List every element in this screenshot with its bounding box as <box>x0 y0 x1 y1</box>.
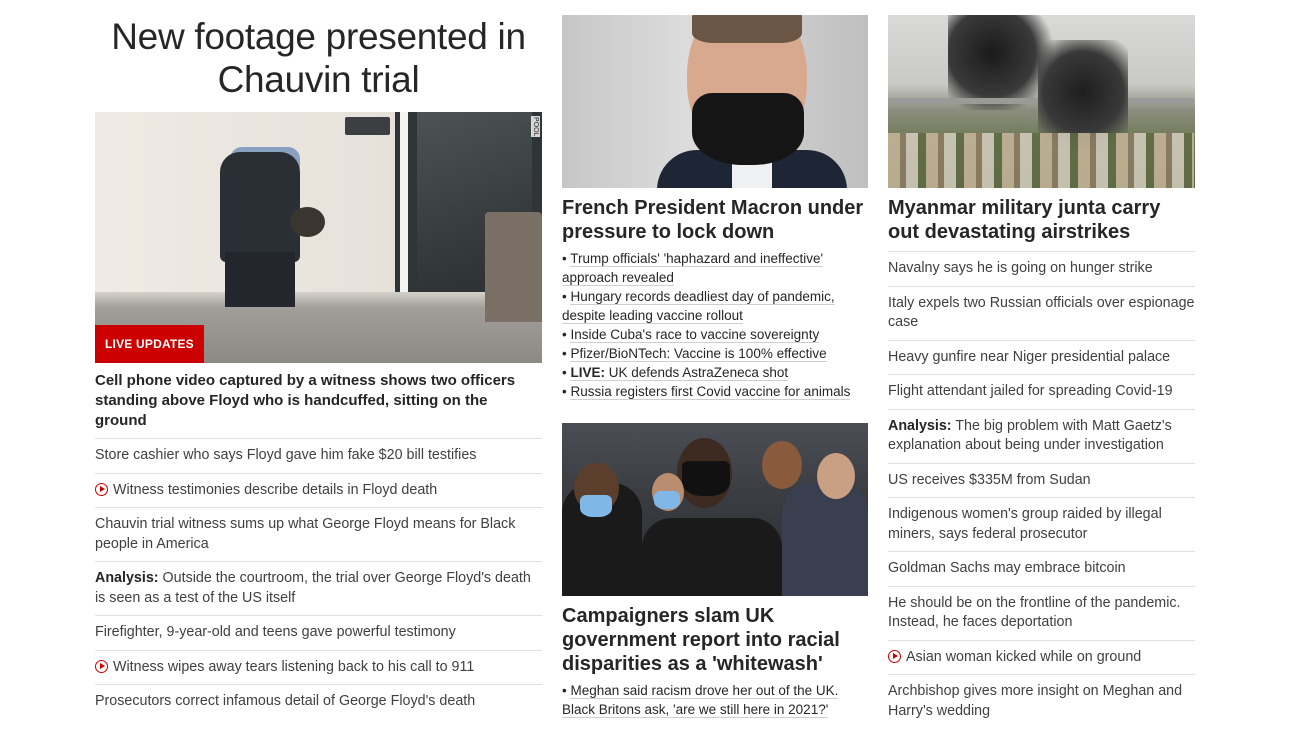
list-item-text: Prosecutors correct infamous detail of G… <box>95 693 476 709</box>
list-item[interactable]: Analysis: Outside the courtroom, the tri… <box>95 561 542 615</box>
protest-image[interactable] <box>562 423 868 596</box>
list-item-text: Indigenous women's group raided by illeg… <box>888 506 1162 542</box>
bullet-link[interactable]: Meghan said racism drove her out of the … <box>562 683 839 718</box>
play-circle-icon <box>95 482 108 496</box>
list-item[interactable]: Asian woman kicked while on ground <box>888 639 1195 675</box>
image-hair <box>692 15 802 43</box>
macron-headline[interactable]: French President Macron under pressure t… <box>562 196 868 244</box>
list-item-text: Chauvin trial witness sums up what Georg… <box>95 516 516 552</box>
list-item[interactable]: Italy expels two Russian officials over … <box>888 285 1195 340</box>
list-item[interactable]: Witness wipes away tears listening back … <box>95 649 542 685</box>
bullet-link[interactable]: Pfizer/BioNTech: Vaccine is 100% effecti… <box>570 346 827 362</box>
bullet-icon: • <box>562 251 571 266</box>
list-item[interactable]: Prosecutors correct infamous detail of G… <box>95 684 542 719</box>
list-item[interactable]: Heavy gunfire near Niger presidential pa… <box>888 339 1195 375</box>
list-item[interactable]: Firefighter, 9-year-old and teens gave p… <box>95 615 542 650</box>
image-face-mask <box>692 93 804 165</box>
list-item[interactable]: Analysis: The big problem with Matt Gaet… <box>888 408 1195 463</box>
list-item[interactable]: Store cashier who says Floyd gave him fa… <box>95 438 542 473</box>
bullet-item[interactable]: • Pfizer/BioNTech: Vaccine is 100% effec… <box>562 344 868 363</box>
list-item[interactable]: Indigenous women's group raided by illeg… <box>888 497 1195 551</box>
play-circle-icon <box>95 659 108 673</box>
label-prefix: Analysis: <box>888 417 952 434</box>
play-circle-icon <box>888 649 901 663</box>
meghan-bullet-list: • Meghan said racism drove her out of th… <box>562 681 868 719</box>
image-knee <box>290 207 325 237</box>
bullet-link[interactable]: Trump officials' 'haphazard and ineffect… <box>562 251 824 286</box>
label-prefix: LIVE: <box>570 365 605 380</box>
middle-column: French President Macron under pressure t… <box>562 15 868 719</box>
bullet-link[interactable]: LIVE: UK defends AstraZeneca shot <box>570 365 789 381</box>
list-item-text: He should be on the frontline of the pan… <box>888 594 1181 631</box>
label-prefix: Analysis: <box>95 570 159 586</box>
list-item-text: Store cashier who says Floyd gave him fa… <box>95 447 477 463</box>
list-item-text: Firefighter, 9-year-old and teens gave p… <box>95 624 456 640</box>
list-item[interactable]: Witness testimonies describe details in … <box>95 472 542 508</box>
bullet-link[interactable]: Inside Cuba's race to vaccine sovereignt… <box>570 327 820 343</box>
lead-story-column: New footage presented in Chauvin trial P… <box>95 15 542 719</box>
bullet-text: Inside Cuba's race to vaccine sovereignt… <box>570 327 820 342</box>
live-updates-badge[interactable]: LIVE UPDATES <box>95 325 204 363</box>
list-item-text: US receives $335M from Sudan <box>888 471 1091 488</box>
bullet-text: Trump officials' 'haphazard and ineffect… <box>562 251 824 285</box>
image-officer <box>220 152 300 262</box>
list-item-text: Asian woman kicked while on ground <box>906 648 1142 665</box>
list-item[interactable]: Navalny says he is going on hunger strik… <box>888 251 1195 286</box>
bullet-item[interactable]: • Russia registers first Covid vaccine f… <box>562 382 868 401</box>
list-item-text: Heavy gunfire near Niger presidential pa… <box>888 348 1171 365</box>
right-headline-list: Navalny says he is going on hunger strik… <box>888 251 1195 728</box>
lead-caption[interactable]: Cell phone video captured by a witness s… <box>95 371 542 431</box>
bullet-text: Hungary records deadliest day of pandemi… <box>562 289 835 323</box>
list-item[interactable]: Archbishop gives more insight on Meghan … <box>888 674 1195 728</box>
image-officer-legs <box>225 252 295 307</box>
lead-story-image[interactable]: POOL LIVE UPDATES <box>95 112 542 363</box>
list-item-text: Witness wipes away tears listening back … <box>113 658 475 675</box>
bullet-link[interactable]: Russia registers first Covid vaccine for… <box>570 384 851 400</box>
list-item[interactable]: He should be on the frontline of the pan… <box>888 585 1195 640</box>
list-item[interactable]: Goldman Sachs may embrace bitcoin <box>888 551 1195 586</box>
image-trash-can <box>485 212 542 322</box>
image-person <box>782 483 868 596</box>
list-item[interactable]: Flight attendant jailed for spreading Co… <box>888 374 1195 409</box>
lead-headline[interactable]: New footage presented in Chauvin trial <box>95 15 542 101</box>
list-item-text: Italy expels two Russian officials over … <box>888 294 1195 331</box>
list-item-text: Archbishop gives more insight on Meghan … <box>888 683 1183 719</box>
list-item-text: Outside the courtroom, the trial over Ge… <box>95 570 531 606</box>
image-blue-mask <box>580 495 612 517</box>
list-item-text: Goldman Sachs may embrace bitcoin <box>888 560 1126 576</box>
bullet-item[interactable]: • Inside Cuba's race to vaccine sovereig… <box>562 325 868 344</box>
bullet-text: Russia registers first Covid vaccine for… <box>570 384 851 399</box>
image-doorframe <box>400 112 408 292</box>
bullet-text: Pfizer/BioNTech: Vaccine is 100% effecti… <box>570 346 827 361</box>
myanmar-headline[interactable]: Myanmar military junta carry out devasta… <box>888 196 1195 244</box>
macron-image[interactable] <box>562 15 868 188</box>
image-black-mask <box>682 461 730 496</box>
bullet-item[interactable]: • Trump officials' 'haphazard and ineffe… <box>562 249 868 287</box>
covid-bullet-list: • Trump officials' 'haphazard and ineffe… <box>562 249 868 401</box>
image-person-center <box>642 518 782 596</box>
list-item[interactable]: US receives $335M from Sudan <box>888 462 1195 498</box>
list-item-text: Witness testimonies describe details in … <box>113 481 438 498</box>
bullet-text: Meghan said racism drove her out of the … <box>562 683 839 717</box>
list-item-text: Navalny says he is going on hunger strik… <box>888 260 1153 276</box>
campaigners-headline[interactable]: Campaigners slam UK government report in… <box>562 604 868 676</box>
bullet-item[interactable]: • LIVE: UK defends AstraZeneca shot <box>562 363 868 382</box>
bullet-item[interactable]: • Meghan said racism drove her out of th… <box>562 681 868 719</box>
image-person-head <box>762 441 802 489</box>
bullet-link[interactable]: Hungary records deadliest day of pandemi… <box>562 289 835 324</box>
list-item[interactable]: Chauvin trial witness sums up what Georg… <box>95 507 542 561</box>
image-sign <box>345 117 390 135</box>
image-city <box>888 133 1194 188</box>
lead-related-list: Store cashier who says Floyd gave him fa… <box>95 438 542 719</box>
image-credit: POOL <box>531 116 540 138</box>
image-blue-mask <box>654 491 680 509</box>
list-item-text: Flight attendant jailed for spreading Co… <box>888 383 1173 399</box>
bullet-item[interactable]: • Hungary records deadliest day of pande… <box>562 287 868 325</box>
right-column: Myanmar military junta carry out devasta… <box>888 15 1195 728</box>
bullet-text: UK defends AstraZeneca shot <box>605 365 789 380</box>
image-person-head <box>817 453 855 499</box>
myanmar-image[interactable] <box>888 15 1195 188</box>
